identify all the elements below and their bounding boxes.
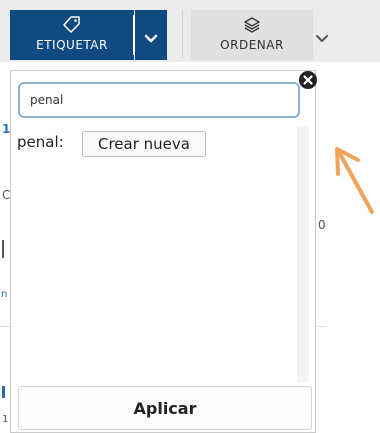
- background-text: n: [1, 289, 8, 300]
- create-new-tag-button[interactable]: Crear nueva: [82, 131, 206, 157]
- chevron-down-icon: [315, 29, 329, 48]
- tag-popup: [10, 70, 316, 433]
- background-mark: [2, 240, 4, 258]
- ordenar-button[interactable]: ORDENAR: [191, 10, 313, 60]
- tag-search-input[interactable]: [30, 91, 280, 109]
- layers-icon: [243, 16, 261, 38]
- background-text: 1: [2, 414, 9, 425]
- etiquetar-label: ETIQUETAR: [36, 38, 108, 52]
- background-divider: [0, 326, 10, 327]
- etiquetar-button[interactable]: ETIQUETAR: [10, 10, 134, 60]
- search-result-label: penal:: [17, 133, 64, 151]
- toolbar: ETIQUETAR ORDENAR: [0, 0, 380, 62]
- background-mark: [2, 386, 5, 398]
- popup-scrollbar[interactable]: [297, 126, 309, 382]
- close-icon: [299, 71, 317, 89]
- chevron-down-icon: [144, 29, 158, 48]
- ordenar-dropdown-button[interactable]: [313, 10, 333, 60]
- background-text: 0: [318, 218, 326, 232]
- toolbar-divider: [182, 10, 183, 58]
- tag-icon: [62, 16, 82, 38]
- apply-button[interactable]: Aplicar: [18, 386, 312, 430]
- annotation-arrow: [335, 147, 374, 214]
- ordenar-label: ORDENAR: [220, 38, 284, 52]
- clear-search-button[interactable]: [299, 71, 317, 89]
- etiquetar-dropdown-button[interactable]: [135, 10, 167, 60]
- background-divider: [316, 326, 326, 327]
- search-box: [18, 82, 300, 118]
